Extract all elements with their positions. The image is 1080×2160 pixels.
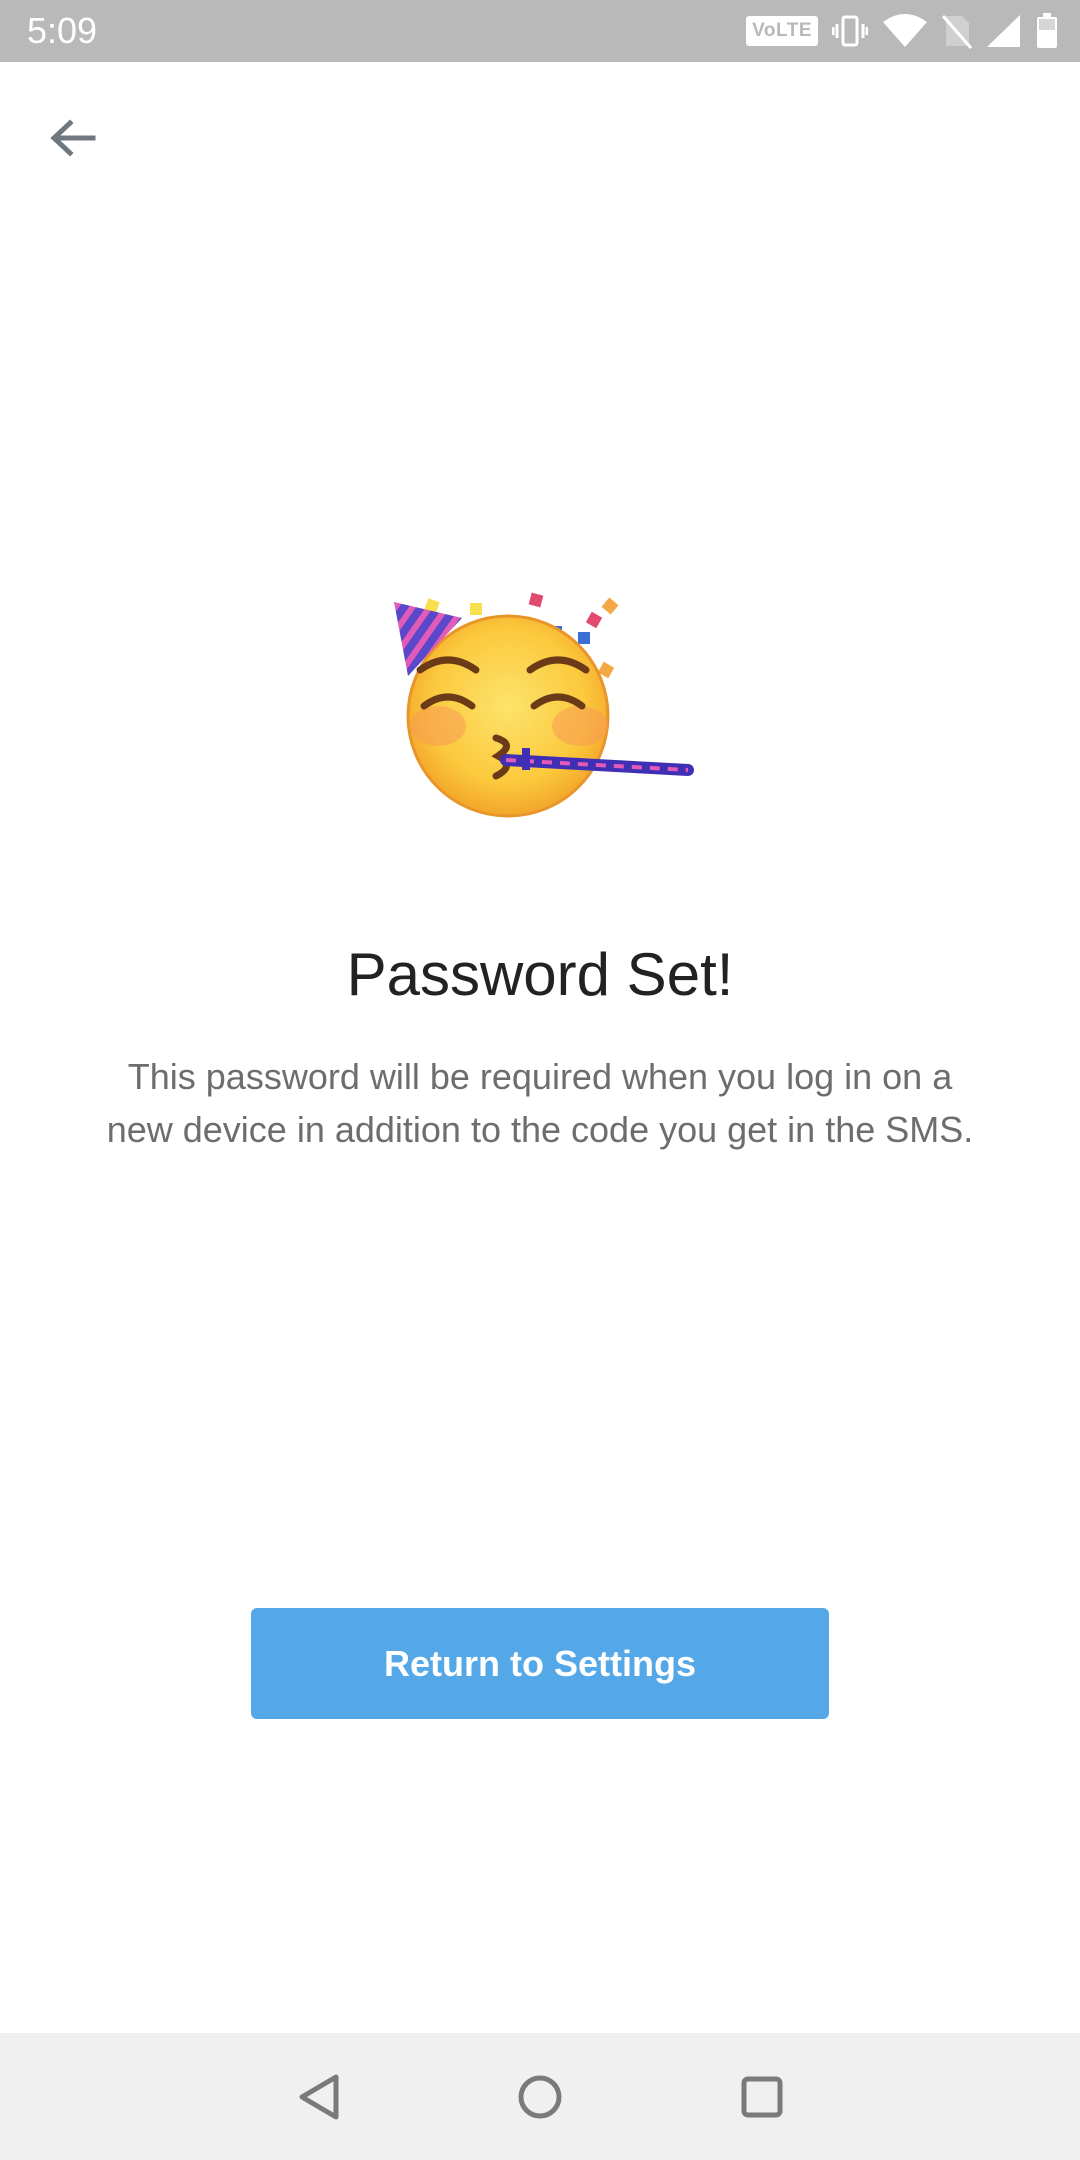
- system-nav-bar: [0, 2033, 1080, 2160]
- status-bar: 5:09 VoLTE: [0, 0, 1080, 62]
- recents-square-icon: [741, 2076, 783, 2118]
- nav-back-button[interactable]: [278, 2055, 362, 2139]
- status-icons: VoLTE: [746, 12, 1058, 50]
- page-title: Password Set!: [346, 941, 734, 1008]
- nav-recents-button[interactable]: [720, 2055, 804, 2139]
- arrow-left-icon: [50, 119, 96, 157]
- return-to-settings-button[interactable]: Return to Settings: [251, 1608, 829, 1719]
- status-time: 5:09: [27, 10, 98, 51]
- party-face-emoji: [394, 592, 694, 818]
- back-button[interactable]: [36, 104, 108, 176]
- volte-badge: VoLTE: [746, 16, 818, 46]
- nav-home-button[interactable]: [498, 2055, 582, 2139]
- wifi-icon: [883, 14, 927, 47]
- home-circle-icon: [518, 2075, 562, 2119]
- signal-icon: [987, 15, 1020, 47]
- battery-icon: [1037, 13, 1057, 48]
- description-text: This password will be required when you …: [106, 1056, 974, 1150]
- no-sim-icon: [942, 15, 972, 49]
- back-triangle-icon: [299, 2074, 339, 2120]
- vibrate-icon: [832, 15, 868, 47]
